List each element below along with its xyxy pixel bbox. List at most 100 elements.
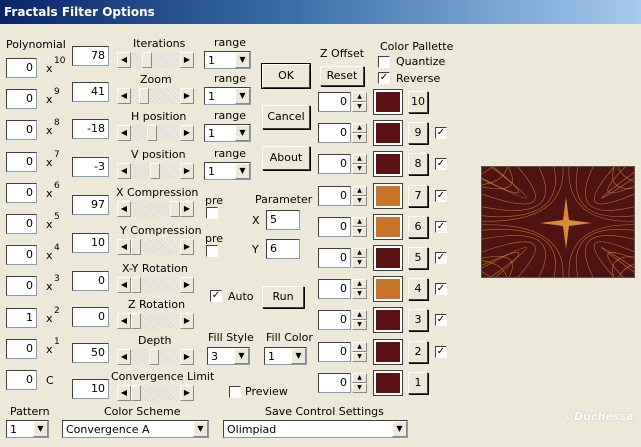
arrow-left-icon[interactable]: ◀ [117, 385, 131, 401]
color-swatch[interactable] [373, 369, 403, 396]
param-value-input[interactable]: 10 [72, 233, 109, 253]
param-value-input[interactable]: 0 [72, 271, 109, 291]
spin-down-icon[interactable]: ▼ [352, 258, 367, 268]
arrow-right-icon[interactable]: ▶ [180, 125, 194, 141]
spin-up-icon[interactable]: ▲ [352, 92, 367, 102]
arrow-left-icon[interactable]: ◀ [117, 52, 131, 68]
z-offset-input[interactable]: 0 [318, 248, 351, 268]
chevron-down-icon[interactable]: ▼ [235, 88, 250, 104]
color-swatch[interactable] [373, 307, 403, 334]
arrow-right-icon[interactable]: ▶ [180, 88, 194, 104]
z-offset-input[interactable]: 0 [318, 279, 351, 300]
param-value-input[interactable]: 97 [72, 195, 109, 215]
fill-color-dropdown[interactable]: 1 ▼ [264, 347, 307, 365]
chevron-down-icon[interactable]: ▼ [235, 52, 250, 68]
slider-track[interactable] [131, 201, 180, 217]
chevron-down-icon[interactable]: ▼ [291, 348, 306, 364]
z-offset-spinner[interactable]: ▲ ▼ [352, 216, 367, 237]
color-swatch[interactable] [373, 182, 403, 209]
z-offset-spinner[interactable]: ▲ ▼ [352, 248, 367, 268]
run-button[interactable]: Run [262, 286, 304, 308]
spin-down-icon[interactable]: ▼ [352, 102, 367, 112]
slider-thumb[interactable] [149, 349, 159, 365]
color-enable-checkbox[interactable]: ✓ [435, 158, 447, 171]
arrow-right-icon[interactable]: ▶ [180, 163, 194, 179]
param-slider[interactable]: ◀ ▶ [117, 313, 194, 329]
param-value-input[interactable]: 10 [72, 379, 109, 399]
slider-track[interactable] [131, 385, 180, 401]
z-offset-spinner[interactable]: ▲ ▼ [352, 310, 367, 331]
slider-thumb[interactable] [131, 239, 141, 255]
spin-down-icon[interactable]: ▼ [352, 320, 367, 331]
z-offset-spinner[interactable]: ▲ ▼ [352, 279, 367, 300]
param-slider[interactable]: ◀ ▶ [117, 201, 194, 217]
spin-down-icon[interactable]: ▼ [352, 226, 367, 237]
color-enable-checkbox[interactable]: ✓ [435, 252, 447, 264]
color-index-button[interactable]: 4 [408, 278, 428, 301]
param-slider[interactable]: ◀ ▶ [117, 239, 194, 255]
z-offset-input[interactable]: 0 [318, 372, 351, 393]
reverse-checkbox[interactable]: ✓ [378, 72, 390, 84]
color-enable-checkbox[interactable]: ✓ [435, 127, 447, 140]
color-index-button[interactable]: 2 [408, 340, 428, 363]
z-offset-spinner[interactable]: ▲ ▼ [352, 185, 367, 206]
spin-down-icon[interactable]: ▼ [352, 133, 367, 144]
arrow-right-icon[interactable]: ▶ [180, 239, 194, 255]
param-slider[interactable]: ◀ ▶ [117, 52, 194, 68]
arrow-left-icon[interactable]: ◀ [117, 239, 131, 255]
chevron-down-icon[interactable]: ▼ [193, 421, 208, 437]
range-dropdown[interactable]: 1 ▼ [204, 162, 251, 180]
slider-track[interactable] [131, 88, 180, 104]
slider-thumb[interactable] [131, 313, 141, 329]
slider-thumb[interactable] [139, 88, 149, 104]
polynomial-coefficient-input[interactable]: 0 [6, 276, 37, 297]
param-slider[interactable]: ◀ ▶ [117, 125, 194, 141]
slider-track[interactable] [131, 277, 180, 293]
z-offset-spinner[interactable]: ▲ ▼ [352, 372, 367, 393]
color-swatch[interactable] [373, 338, 403, 365]
z-offset-spinner[interactable]: ▲ ▼ [352, 341, 367, 362]
polynomial-coefficient-input[interactable]: 0 [6, 151, 37, 172]
pre-checkbox[interactable] [206, 207, 218, 219]
range-dropdown[interactable]: 1 ▼ [204, 51, 251, 69]
cancel-button[interactable]: Cancel [262, 105, 310, 129]
polynomial-coefficient-input[interactable]: 0 [6, 370, 37, 390]
spin-down-icon[interactable]: ▼ [352, 164, 367, 175]
spin-down-icon[interactable]: ▼ [352, 289, 367, 300]
arrow-right-icon[interactable]: ▶ [180, 349, 194, 365]
chevron-down-icon[interactable]: ▼ [234, 348, 249, 364]
spin-up-icon[interactable]: ▲ [352, 123, 367, 134]
chevron-down-icon[interactable]: ▼ [33, 421, 48, 437]
spin-down-icon[interactable]: ▼ [352, 195, 367, 206]
color-swatch[interactable] [373, 213, 403, 240]
quantize-checkbox[interactable] [378, 56, 390, 68]
z-offset-input[interactable]: 0 [318, 341, 351, 362]
chevron-down-icon[interactable]: ▼ [392, 421, 407, 437]
param-slider[interactable]: ◀ ▶ [117, 88, 194, 104]
param-value-input[interactable]: 0 [72, 307, 109, 327]
slider-track[interactable] [131, 125, 180, 141]
z-offset-spinner[interactable]: ▲ ▼ [352, 92, 367, 112]
param-slider[interactable]: ◀ ▶ [117, 349, 194, 365]
arrow-left-icon[interactable]: ◀ [117, 277, 131, 293]
arrow-left-icon[interactable]: ◀ [117, 201, 131, 217]
param-slider[interactable]: ◀ ▶ [117, 277, 194, 293]
param-slider[interactable]: ◀ ▶ [117, 385, 194, 401]
slider-thumb[interactable] [150, 163, 160, 179]
about-button[interactable]: About [262, 146, 310, 170]
arrow-right-icon[interactable]: ▶ [180, 277, 194, 293]
z-offset-input[interactable]: 0 [318, 92, 351, 112]
polynomial-coefficient-input[interactable]: 0 [6, 58, 37, 78]
color-swatch[interactable] [373, 276, 403, 303]
auto-checkbox[interactable]: ✓ [210, 290, 222, 302]
z-offset-spinner[interactable]: ▲ ▼ [352, 154, 367, 175]
range-dropdown[interactable]: 1 ▼ [204, 87, 251, 105]
color-swatch[interactable] [373, 245, 403, 271]
fill-style-dropdown[interactable]: 3 ▼ [207, 347, 250, 365]
save-settings-dropdown[interactable]: Olimpiad ▼ [223, 420, 408, 438]
polynomial-coefficient-input[interactable]: 0 [6, 89, 37, 110]
parameter-x-input[interactable]: 5 [266, 210, 300, 230]
slider-thumb[interactable] [147, 125, 157, 141]
spin-up-icon[interactable]: ▲ [352, 154, 367, 165]
parameter-y-input[interactable]: 6 [266, 239, 300, 259]
